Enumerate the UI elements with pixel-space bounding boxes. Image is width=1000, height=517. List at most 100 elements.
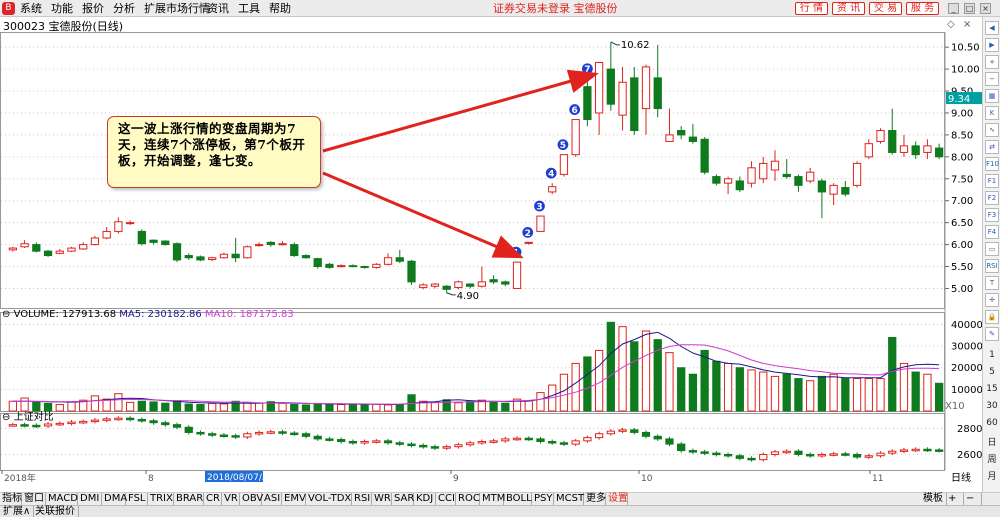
quote-button[interactable]: 行 情 <box>795 2 828 15</box>
index-collapse-icon[interactable]: ⊖ <box>2 412 10 423</box>
candle-body <box>243 246 252 259</box>
back-icon[interactable]: ◀ <box>985 21 999 35</box>
candle-body <box>442 285 451 290</box>
text-icon[interactable]: T <box>985 276 999 290</box>
pen-icon[interactable]: ✎ <box>985 327 999 341</box>
candle-body <box>759 162 768 180</box>
index-candle <box>102 418 111 421</box>
volume-bar <box>125 401 135 412</box>
period-button[interactable]: 日 <box>984 435 1000 448</box>
maximize-icon[interactable]: □ <box>964 3 975 14</box>
menu-function[interactable]: 功能 <box>51 2 73 15</box>
volume-collapse-icon[interactable]: ⊖ <box>2 309 10 320</box>
index-candle <box>571 440 580 445</box>
index-candle <box>759 453 768 461</box>
volume-bar <box>43 402 53 412</box>
service-button[interactable]: 服 务 <box>906 2 939 15</box>
cross-icon[interactable]: ✛ <box>985 293 999 307</box>
menu-quote[interactable]: 报价 <box>82 2 104 15</box>
period-button[interactable]: 周 <box>984 452 1000 465</box>
line-icon[interactable]: ∿ <box>985 123 999 137</box>
forward-icon[interactable]: ▶ <box>985 38 999 52</box>
menu-tools[interactable]: 工具 <box>238 2 260 15</box>
rsi-icon[interactable]: RSI <box>985 259 999 273</box>
volume-bar <box>348 403 358 412</box>
period-button[interactable]: 5 <box>984 367 1000 377</box>
period-button[interactable]: 1 <box>984 350 1000 360</box>
index-candle <box>829 453 838 456</box>
menu-help[interactable]: 帮助 <box>269 2 291 15</box>
high-label: 10.62 <box>621 40 650 51</box>
candle-body <box>430 283 440 287</box>
volume-bar <box>137 400 146 412</box>
volume-tick-label: 40000 <box>951 320 982 331</box>
compare-icon[interactable]: ⇄ <box>985 140 999 154</box>
volume-bar <box>712 360 721 412</box>
candle-body <box>8 247 17 251</box>
f10-icon[interactable]: F10 <box>985 157 999 171</box>
price-tick-label: 5.00 <box>951 284 973 295</box>
index-candle <box>712 452 721 456</box>
volume-bar <box>20 397 29 412</box>
candle-body <box>677 130 686 136</box>
close-icon[interactable]: × <box>980 3 991 14</box>
index-compare-label: 上证对比 <box>13 412 54 423</box>
index-candle <box>677 443 686 452</box>
f2-icon[interactable]: F2 <box>985 191 999 205</box>
volume-bar <box>677 367 686 412</box>
diamond-icon[interactable]: ◇ <box>947 19 955 30</box>
period-button[interactable]: 60 <box>984 418 1000 428</box>
close-panel-icon[interactable]: × <box>963 19 971 30</box>
menu-system[interactable]: 系统 <box>20 2 42 15</box>
candle-body <box>723 178 733 184</box>
index-candle <box>372 440 381 443</box>
x-tick-label: 8 <box>148 474 154 484</box>
candle-body <box>67 247 76 252</box>
kline-chart[interactable]: 5.005.506.006.507.007.508.008.509.009.50… <box>0 32 982 492</box>
volume-bar <box>395 404 404 412</box>
period-button[interactable]: 30 <box>984 401 1000 411</box>
lock-icon[interactable]: 🔒 <box>985 310 999 324</box>
low-pointer <box>446 292 456 296</box>
f3-icon[interactable]: F3 <box>985 208 999 222</box>
candle-body <box>841 187 850 195</box>
news-button[interactable]: 资 讯 <box>832 2 865 15</box>
index-candle <box>806 453 815 457</box>
index-candle <box>301 433 311 437</box>
related-quote-tab[interactable]: 关联报价 <box>32 506 79 517</box>
index-candle <box>454 444 463 448</box>
grid-icon[interactable]: ▦ <box>985 89 999 103</box>
index-candle <box>923 448 932 452</box>
window-icon[interactable]: ▭ <box>985 242 999 256</box>
high-pointer <box>610 41 620 46</box>
volume-bar <box>301 404 311 412</box>
f1-icon[interactable]: F1 <box>985 174 999 188</box>
period-button[interactable]: 15 <box>984 384 1000 394</box>
candle-body <box>55 250 64 254</box>
menu-news[interactable]: 资讯 <box>207 2 229 15</box>
candle-body <box>266 241 275 246</box>
volume-bar <box>829 373 838 412</box>
period-button[interactable]: 月 <box>984 469 1000 482</box>
index-tick-label: 2600 <box>957 450 982 461</box>
volume-bar <box>489 401 498 412</box>
index-candle <box>231 435 240 438</box>
candle-body <box>571 119 580 156</box>
zoom-out-icon[interactable]: − <box>985 72 999 86</box>
volume-tick-label: 20000 <box>951 363 982 374</box>
menu-extended-market[interactable]: 扩展市场行情 <box>144 2 210 15</box>
index-candle <box>337 439 346 443</box>
minimize-icon[interactable]: _ <box>948 3 959 14</box>
index-candle <box>794 450 803 455</box>
menu-analysis[interactable]: 分析 <box>113 2 135 15</box>
price-tick-label: 5.50 <box>951 262 973 273</box>
volume-bar <box>360 404 369 412</box>
zoom-in-icon[interactable]: + <box>985 55 999 69</box>
expand-toggle[interactable]: 扩展∧ <box>0 506 35 517</box>
candle-body <box>888 130 897 153</box>
app-logo-icon[interactable]: B <box>2 2 15 15</box>
trade-button[interactable]: 交 易 <box>869 2 902 15</box>
kline-icon[interactable]: K <box>985 106 999 120</box>
candle-body <box>735 180 744 191</box>
f4-icon[interactable]: F4 <box>985 225 999 239</box>
